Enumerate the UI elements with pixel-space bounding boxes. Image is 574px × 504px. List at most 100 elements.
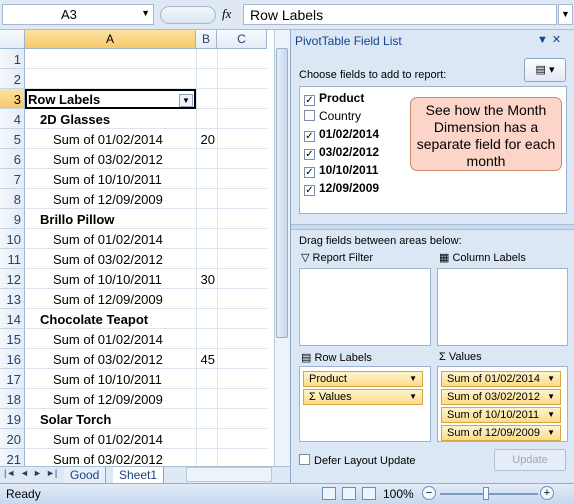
cell-c[interactable]	[217, 169, 267, 189]
row-header[interactable]: 13	[0, 289, 25, 309]
cell-c[interactable]	[217, 269, 267, 289]
values-area[interactable]: Sum of 01/02/2014 ▼ Sum of 03/02/2012 ▼ Sum …	[437, 366, 568, 442]
cell-b[interactable]	[196, 329, 217, 349]
row-header[interactable]: 2	[0, 69, 25, 89]
pane-splitter[interactable]	[291, 224, 574, 230]
row-header[interactable]: 8	[0, 189, 25, 209]
row-header[interactable]: 1	[0, 49, 25, 69]
cell-b[interactable]	[196, 69, 217, 89]
cell-c[interactable]	[217, 189, 267, 209]
pane-menu-icon[interactable]: ▼	[537, 34, 552, 46]
cell-b[interactable]	[196, 249, 217, 269]
cell-c[interactable]	[217, 89, 267, 109]
cell-b[interactable]	[196, 309, 217, 329]
vertical-scroll-thumb[interactable]	[276, 48, 288, 338]
cell-b[interactable]	[196, 229, 217, 249]
product-group-cell[interactable]: Brillo Pillow	[25, 209, 196, 229]
expand-formula-bar-button[interactable]: ▼	[558, 4, 573, 25]
cell-b[interactable]	[196, 49, 217, 69]
prev-sheet-icon[interactable]: ◄	[20, 468, 29, 478]
formula-input[interactable]: Row Labels	[243, 4, 557, 25]
horizontal-scrollbar[interactable]	[186, 467, 272, 482]
value-field-chip[interactable]: Sum of 10/10/2011 ▼	[441, 407, 561, 423]
row-header[interactable]: 9	[0, 209, 25, 229]
cell-a[interactable]: Sum of 12/09/2009	[25, 389, 196, 409]
cell-a[interactable]: Sum of 10/10/2011	[25, 369, 196, 389]
field-item[interactable]: ✓ 10/10/2011	[304, 163, 378, 180]
row-header[interactable]: 20	[0, 429, 25, 449]
cell-a[interactable]: Sum of 01/02/2014	[25, 129, 196, 149]
cell-c[interactable]	[217, 209, 267, 229]
cell-a[interactable]	[25, 69, 196, 89]
row-header[interactable]: 12	[0, 269, 25, 289]
cell-b[interactable]	[196, 209, 217, 229]
row-header[interactable]: 5	[0, 129, 25, 149]
product-group-cell[interactable]: Chocolate Teapot	[25, 309, 196, 329]
cell-b[interactable]	[196, 369, 217, 389]
cell-c[interactable]	[217, 289, 267, 309]
select-all-corner[interactable]	[0, 30, 25, 49]
cell-c[interactable]	[217, 409, 267, 429]
sheet-tab-sheet1[interactable]: Sheet1	[113, 467, 165, 483]
cell-a[interactable]: Sum of 01/02/2014	[25, 229, 196, 249]
cell-c[interactable]	[217, 329, 267, 349]
row-header[interactable]: 4	[0, 109, 25, 129]
last-sheet-icon[interactable]: ►|	[46, 468, 57, 478]
zoom-slider-track[interactable]	[440, 493, 538, 495]
row-header[interactable]: 14	[0, 309, 25, 329]
cell-b[interactable]	[196, 169, 217, 189]
report-filter-area[interactable]	[299, 268, 431, 346]
next-sheet-icon[interactable]: ►	[33, 468, 42, 478]
cell-a[interactable]: Sum of 03/02/2012	[25, 449, 196, 466]
row-field-chip[interactable]: Σ Values ▼	[303, 389, 423, 405]
cell-a[interactable]: Sum of 01/02/2014	[25, 329, 196, 349]
cell-b[interactable]	[196, 289, 217, 309]
cell-a[interactable]: Sum of 12/09/2009	[25, 289, 196, 309]
product-group-cell[interactable]: 2D Glasses	[25, 109, 196, 129]
cell-a[interactable]: Sum of 03/02/2012	[25, 149, 196, 169]
name-box[interactable]: A3 ▼	[2, 4, 154, 25]
field-checkbox[interactable]: ✓	[304, 149, 315, 160]
first-sheet-icon[interactable]: |◄	[4, 468, 15, 478]
column-header-a[interactable]: A	[25, 30, 196, 49]
row-header[interactable]: 15	[0, 329, 25, 349]
cell-b[interactable]	[196, 449, 217, 466]
row-header[interactable]: 11	[0, 249, 25, 269]
cell-c[interactable]	[217, 309, 267, 329]
chevron-down-icon[interactable]: ▼	[409, 392, 417, 401]
cell-c[interactable]	[217, 229, 267, 249]
chevron-down-icon[interactable]: ▼	[141, 8, 150, 18]
row-header[interactable]: 7	[0, 169, 25, 189]
row-labels-area[interactable]: Product ▼ Σ Values ▼	[299, 366, 431, 442]
cell-b[interactable]	[196, 389, 217, 409]
cell-b[interactable]: 30	[196, 269, 217, 289]
defer-layout-update[interactable]: Defer Layout Update	[299, 454, 416, 467]
cell-a[interactable]: Sum of 10/10/2011	[25, 269, 196, 289]
close-icon[interactable]: ✕	[552, 34, 565, 46]
field-item[interactable]: ✓ 01/02/2014	[304, 127, 379, 144]
sheet-tab-good[interactable]: Good	[64, 467, 107, 483]
filter-dropdown-icon[interactable]: ▼	[179, 94, 193, 107]
chevron-down-icon[interactable]: ▼	[547, 410, 555, 419]
cell-c[interactable]	[217, 129, 267, 149]
cell-b[interactable]	[196, 149, 217, 169]
value-field-chip[interactable]: Sum of 03/02/2012 ▼	[441, 389, 561, 405]
field-item[interactable]: ✓ 03/02/2012	[304, 145, 379, 162]
cell-c[interactable]	[217, 69, 267, 89]
cell-a[interactable]: Sum of 03/02/2012	[25, 349, 196, 369]
formula-bar-resize-handle[interactable]	[160, 6, 216, 24]
cell-b[interactable]: 20	[196, 129, 217, 149]
zoom-out-icon[interactable]: −	[422, 486, 436, 500]
row-header[interactable]: 3	[0, 89, 25, 109]
cell-c[interactable]	[217, 349, 267, 369]
row-field-chip[interactable]: Product ▼	[303, 371, 423, 387]
cell-b[interactable]	[196, 109, 217, 129]
chevron-down-icon[interactable]: ▼	[547, 374, 555, 383]
chevron-down-icon[interactable]: ▼	[547, 392, 555, 401]
field-item[interactable]: ✓ Product	[304, 91, 364, 108]
field-item[interactable]: ✓ 12/09/2009	[304, 181, 379, 198]
cell-c[interactable]	[217, 389, 267, 409]
update-button[interactable]: Update	[494, 449, 566, 471]
row-header[interactable]: 16	[0, 349, 25, 369]
column-labels-area[interactable]	[437, 268, 568, 346]
